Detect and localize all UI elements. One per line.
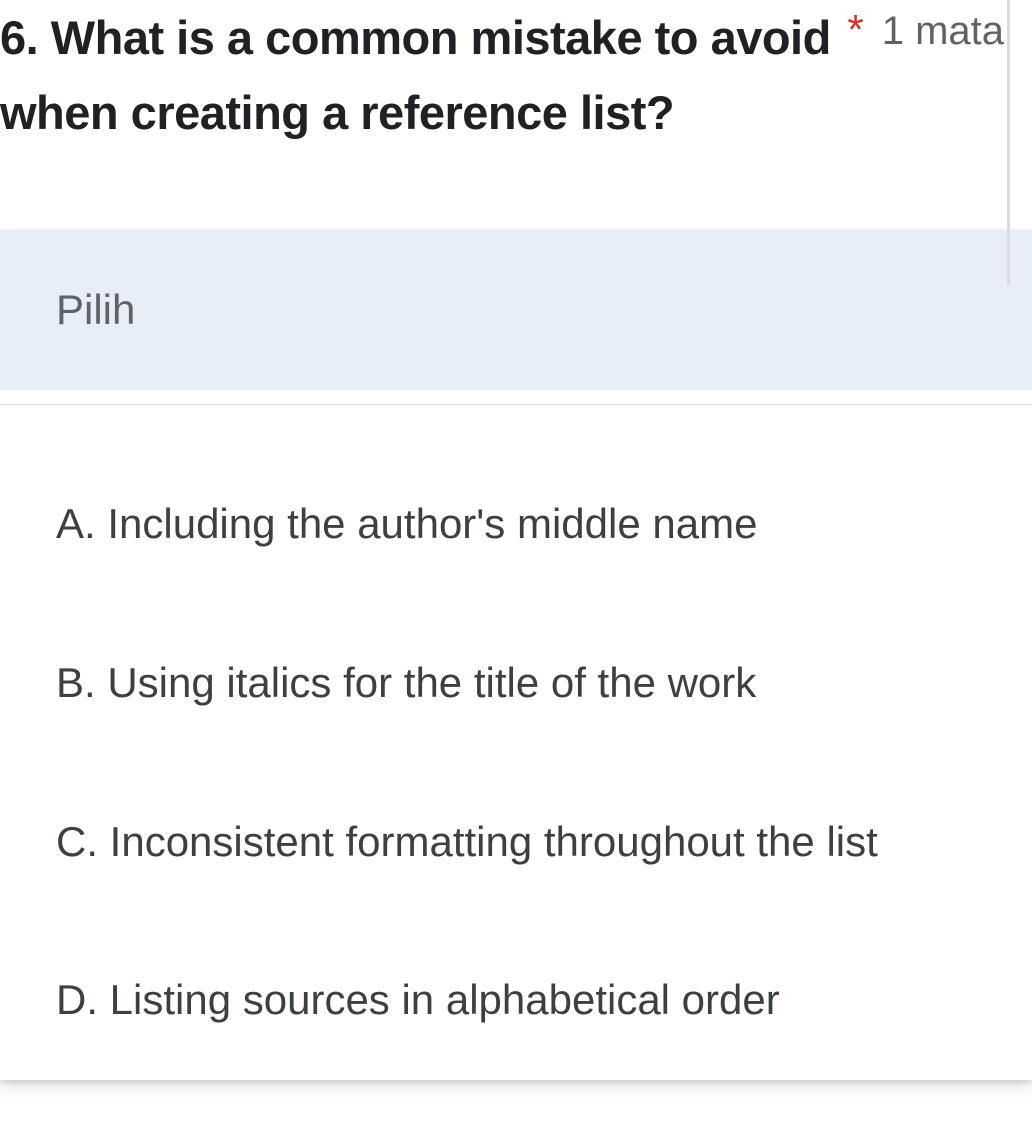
card-right-border [1007, 0, 1010, 285]
points-label: 1 mata [882, 9, 1004, 54]
required-star-icon: * [847, 6, 863, 54]
dropdown-menu: Pilih A. Including the author's middle n… [0, 230, 1032, 1079]
question-text: 6. What is a common mistake to avoid whe… [0, 0, 847, 150]
dropdown-option-a[interactable]: A. Including the author's middle name [0, 445, 1032, 604]
question-header: 6. What is a common mistake to avoid whe… [0, 0, 1032, 190]
dropdown-option-b[interactable]: B. Using italics for the title of the wo… [0, 604, 1032, 763]
dropdown-option-c[interactable]: C. Inconsistent formatting throughout th… [0, 763, 1032, 922]
dropdown-placeholder[interactable]: Pilih [0, 230, 1032, 390]
dropdown-options-list: A. Including the author's middle name B.… [0, 405, 1032, 1079]
points-wrapper: * 1 mata [847, 0, 1032, 54]
dropdown-option-d[interactable]: D. Listing sources in alphabetical order [0, 921, 1032, 1080]
